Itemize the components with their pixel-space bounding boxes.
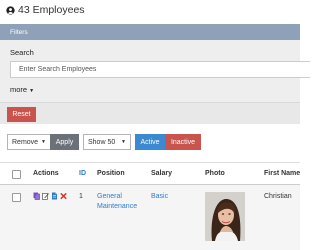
chevron-down-icon: ▼ bbox=[121, 139, 126, 145]
reset-button[interactable]: Reset bbox=[7, 107, 36, 122]
employee-photo[interactable] bbox=[205, 192, 245, 241]
filters-panel: Search more▼ bbox=[0, 40, 310, 103]
reset-strip bbox=[0, 103, 300, 124]
apply-button[interactable]: Apply bbox=[50, 134, 79, 150]
row-first-name: Christian bbox=[264, 193, 292, 200]
select-all-checkbox[interactable] bbox=[12, 170, 21, 179]
filters-header-label: Filters bbox=[10, 28, 28, 36]
row-salary-link[interactable]: Basic bbox=[151, 193, 168, 200]
table-top-divider bbox=[0, 162, 300, 163]
filters-header[interactable]: Filters bbox=[0, 24, 300, 40]
copy-icon[interactable] bbox=[33, 192, 40, 200]
search-label: Search bbox=[10, 48, 34, 57]
column-header-actions: Actions bbox=[33, 170, 59, 177]
user-circle-icon bbox=[6, 5, 15, 15]
row-checkbox[interactable] bbox=[12, 193, 21, 202]
column-header-salary[interactable]: Salary bbox=[151, 170, 172, 177]
edit-icon[interactable] bbox=[42, 192, 49, 200]
page-size-select[interactable]: Show 50 ▼ bbox=[83, 134, 131, 150]
row-position-link[interactable]: General Maintenance bbox=[97, 192, 147, 212]
column-header-photo: Photo bbox=[205, 170, 225, 177]
search-input[interactable] bbox=[10, 61, 310, 78]
bulk-action-select[interactable]: Remove ▼ bbox=[7, 134, 50, 150]
column-header-id[interactable]: ID bbox=[79, 170, 86, 177]
delete-icon[interactable] bbox=[60, 192, 67, 200]
caret-down-icon: ▼ bbox=[29, 88, 35, 94]
more-filters-toggle[interactable]: more ▼ bbox=[10, 85, 34, 94]
page-size-value: Show 50 bbox=[88, 138, 116, 146]
file-icon[interactable] bbox=[51, 192, 58, 200]
more-filters-label: more bbox=[10, 85, 28, 94]
column-header-position[interactable]: Position bbox=[97, 170, 125, 177]
page-title: 43 Employees bbox=[18, 4, 85, 16]
bulk-action-value: Remove bbox=[12, 138, 39, 146]
inactive-filter-button[interactable]: Inactive bbox=[165, 134, 201, 150]
active-filter-button[interactable]: Active bbox=[135, 134, 165, 150]
chevron-down-icon: ▼ bbox=[41, 139, 46, 145]
page-header: 43 Employees bbox=[6, 3, 85, 17]
column-header-first-name[interactable]: First Name bbox=[264, 170, 300, 177]
row-id: 1 bbox=[79, 193, 83, 200]
